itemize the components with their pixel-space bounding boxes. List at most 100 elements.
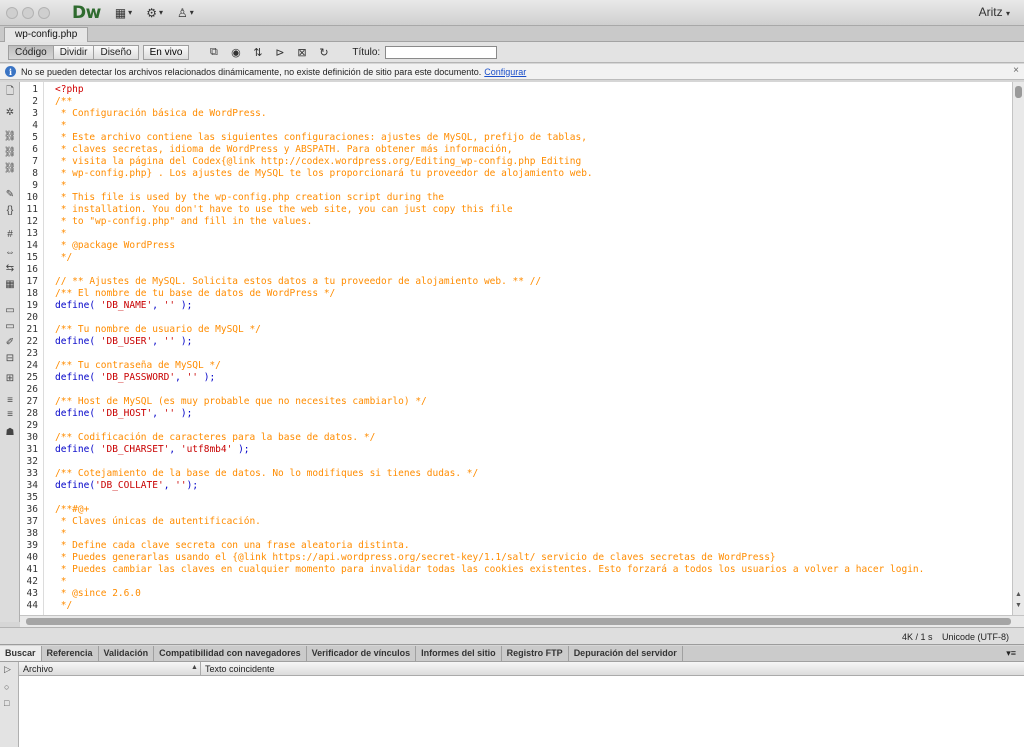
- remove-comment-icon[interactable]: ▭: [3, 320, 17, 332]
- panel-tab-buscar[interactable]: Buscar: [0, 646, 42, 661]
- code-editor[interactable]: 1 <?php 2/** 3 * Configuración básica de Wo…: [20, 82, 1012, 615]
- scroll-up-icon[interactable]: ▲: [1015, 591, 1023, 598]
- code-line[interactable]: 29: [20, 420, 1012, 432]
- code-line[interactable]: 25 define( 'DB_PASSWORD', '' );: [20, 372, 1012, 384]
- code-line[interactable]: 23: [20, 348, 1012, 360]
- code-line[interactable]: 18 /** El nombre de tu base de datos de W…: [20, 288, 1012, 300]
- file-column-header[interactable]: Archivo: [23, 664, 53, 674]
- open-documents-icon[interactable]: 🗋: [3, 86, 17, 98]
- code-line[interactable]: 4 *: [20, 120, 1012, 132]
- vertical-scrollbar[interactable]: ▲ ▼: [1012, 82, 1024, 615]
- code-line[interactable]: 38 *: [20, 528, 1012, 540]
- code-line[interactable]: 39 * Define cada clave secreta con una f…: [20, 540, 1012, 552]
- recent-snippets-icon[interactable]: ⊟: [3, 352, 17, 364]
- code-line[interactable]: 36 /**#@+: [20, 504, 1012, 516]
- file-management-icon[interactable]: ⇅: [249, 45, 266, 59]
- column-divider[interactable]: [200, 662, 201, 676]
- settings-menu-button[interactable]: ⚙ ▾: [146, 6, 163, 20]
- vertical-scroll-thumb[interactable]: [1015, 86, 1022, 98]
- sort-ascending-icon[interactable]: ▲: [191, 664, 198, 671]
- multiscreen-icon[interactable]: ⧉: [205, 45, 222, 59]
- code-line[interactable]: 24 /** Tu contraseña de MySQL */: [20, 360, 1012, 372]
- code-line[interactable]: 22 define( 'DB_USER', '' );: [20, 336, 1012, 348]
- code-line[interactable]: 28 define( 'DB_HOST', '' );: [20, 408, 1012, 420]
- line-numbers-icon[interactable]: #: [3, 228, 17, 240]
- user-menu[interactable]: Aritz ▾: [979, 5, 1010, 19]
- wrap-tag-icon[interactable]: ✐: [3, 336, 17, 348]
- code-line[interactable]: 7 * visita la página del Codex{@link htt…: [20, 156, 1012, 168]
- expand-tag-icon[interactable]: ⛓: [3, 130, 17, 142]
- panel-tab-verificador-de-v-nculos[interactable]: Verificador de vínculos: [307, 646, 417, 661]
- live-view-button[interactable]: En vivo: [142, 44, 190, 60]
- visual-aids-icon[interactable]: ⊠: [293, 45, 310, 59]
- code-line[interactable]: 11 * installation. You don't have to use…: [20, 204, 1012, 216]
- minimize-window-button[interactable]: [22, 6, 34, 19]
- code-line[interactable]: 26: [20, 384, 1012, 396]
- close-window-button[interactable]: [6, 6, 18, 19]
- refresh-icon[interactable]: ↻: [315, 45, 332, 59]
- code-line[interactable]: 21 /** Tu nombre de usuario de MySQL */: [20, 324, 1012, 336]
- code-line[interactable]: 43 * @since 2.6.0: [20, 588, 1012, 600]
- collapse-selection-icon[interactable]: ⛓: [3, 162, 17, 174]
- code-line[interactable]: 16: [20, 264, 1012, 276]
- code-line[interactable]: 3 * Configuración básica de WordPress.: [20, 108, 1012, 120]
- indent-icon[interactable]: ≡: [3, 394, 17, 406]
- code-line[interactable]: 14 * @package WordPress: [20, 240, 1012, 252]
- syntax-coloring-icon[interactable]: ⇆: [3, 262, 17, 274]
- highlight-invalid-icon[interactable]: ⇔: [3, 246, 17, 258]
- panel-tab-depuraci-n-del-servidor[interactable]: Depuración del servidor: [569, 646, 683, 661]
- title-input[interactable]: [385, 45, 498, 59]
- panel-tab-registro-ftp[interactable]: Registro FTP: [502, 646, 569, 661]
- code-view-button[interactable]: Código: [8, 44, 54, 60]
- code-line[interactable]: 17 // ** Ajustes de MySQL. Solicita estos…: [20, 276, 1012, 288]
- layout-menu-button[interactable]: ▦ ▾: [115, 6, 132, 20]
- code-line[interactable]: 12 * to "wp-config.php" and fill in the …: [20, 216, 1012, 228]
- code-line[interactable]: 30 /** Codificación de caracteres para la…: [20, 432, 1012, 444]
- document-tab[interactable]: wp-config.php: [4, 27, 89, 42]
- balance-braces-icon[interactable]: {}: [3, 204, 17, 216]
- split-view-button[interactable]: Dividir: [53, 44, 95, 60]
- code-line[interactable]: 2 /**: [20, 96, 1012, 108]
- code-line[interactable]: 44 */: [20, 600, 1012, 612]
- stop-icon[interactable]: ○: [4, 682, 14, 692]
- code-line[interactable]: 8 * wp-config.php} . Los ajustes de MySQ…: [20, 168, 1012, 180]
- code-line[interactable]: 33 /** Cotejamiento de la base de datos. …: [20, 468, 1012, 480]
- move-css-icon[interactable]: ⊞: [3, 372, 17, 384]
- preview-browser-icon[interactable]: ◉: [227, 45, 244, 59]
- close-icon[interactable]: ×: [1013, 65, 1019, 76]
- code-line[interactable]: 19 define( 'DB_NAME', '' );: [20, 300, 1012, 312]
- expand-selection-icon[interactable]: ⛓: [3, 146, 17, 158]
- panel-tab-compatibilidad-con-navegadores[interactable]: Compatibilidad con navegadores: [154, 646, 307, 661]
- code-line[interactable]: 5 * Este archivo contiene las siguientes…: [20, 132, 1012, 144]
- code-line[interactable]: 27 /** Host de MySQL (es muy probable que…: [20, 396, 1012, 408]
- code-line[interactable]: 10 * This file is used by the wp-config.…: [20, 192, 1012, 204]
- scroll-down-icon[interactable]: ▼: [1015, 602, 1023, 609]
- code-line[interactable]: 41 * Puedes cambiar las claves en cualqu…: [20, 564, 1012, 576]
- code-line[interactable]: 20: [20, 312, 1012, 324]
- select-parent-tag-icon[interactable]: ✎: [3, 188, 17, 200]
- clear-icon[interactable]: □: [4, 698, 14, 708]
- site-menu-button[interactable]: ♙ ▾: [177, 6, 194, 20]
- play-icon[interactable]: ▷: [4, 664, 14, 674]
- code-line[interactable]: 35: [20, 492, 1012, 504]
- horizontal-scrollbar[interactable]: [20, 615, 1024, 627]
- panel-tab-informes-del-sitio[interactable]: Informes del sitio: [416, 646, 502, 661]
- code-line[interactable]: 34 define('DB_COLLATE', '');: [20, 480, 1012, 492]
- configure-site-link[interactable]: Configurar: [484, 67, 526, 77]
- code-line[interactable]: 40 * Puedes generarlas usando el {@link …: [20, 552, 1012, 564]
- design-view-button[interactable]: Diseño: [94, 44, 139, 60]
- code-line[interactable]: 37 * Claves únicas de autentificación.: [20, 516, 1012, 528]
- code-line[interactable]: 6 * claves secretas, idioma de WordPress…: [20, 144, 1012, 156]
- code-line[interactable]: 42 *: [20, 576, 1012, 588]
- code-line[interactable]: 32: [20, 456, 1012, 468]
- code-line[interactable]: 31 define( 'DB_CHARSET', 'utf8mb4' );: [20, 444, 1012, 456]
- matching-text-column-header[interactable]: Texto coincidente: [205, 664, 275, 674]
- zoom-window-button[interactable]: [38, 6, 50, 19]
- code-line[interactable]: 1 <?php: [20, 84, 1012, 96]
- horizontal-scroll-thumb[interactable]: [26, 618, 1011, 625]
- outdent-icon[interactable]: ≡: [3, 408, 17, 420]
- collapse-icon[interactable]: ✲: [3, 106, 17, 118]
- code-line[interactable]: 15 */: [20, 252, 1012, 264]
- panel-options-icon[interactable]: ▾≡: [1006, 648, 1016, 659]
- apply-comment-icon[interactable]: ▭: [3, 304, 17, 316]
